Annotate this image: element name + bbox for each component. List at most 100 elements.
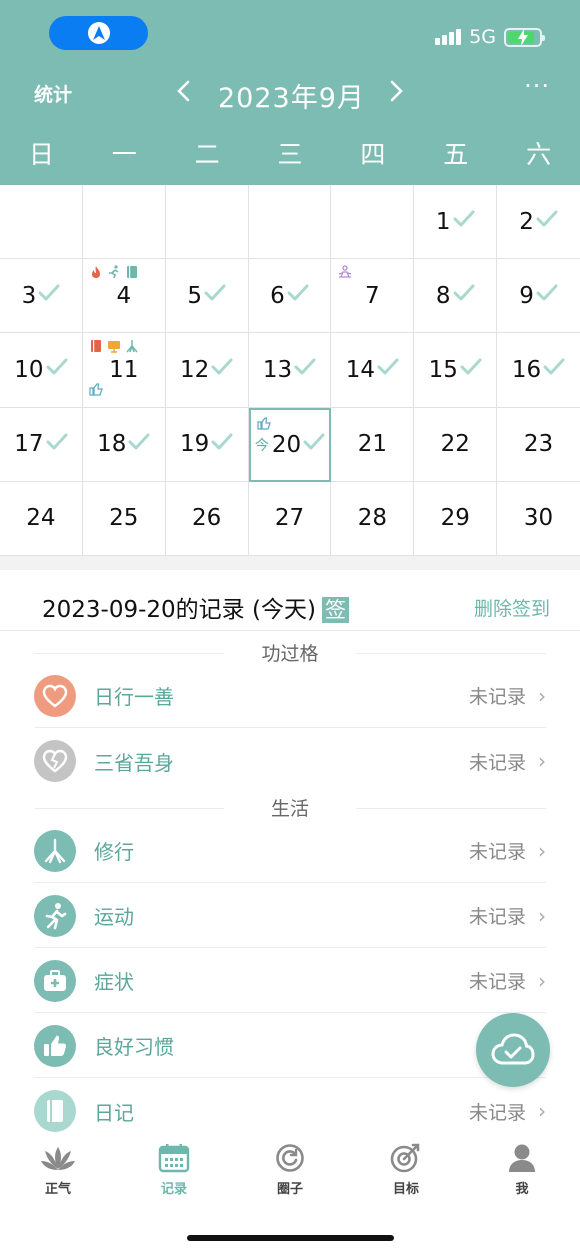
day-number: 20 [271, 431, 302, 458]
calendar-day-6[interactable]: 6 [248, 259, 332, 334]
calendar-day-1[interactable]: 1 [414, 185, 498, 260]
calendar-day-22[interactable]: 22 [414, 407, 498, 482]
check-icon [287, 283, 309, 308]
thumbs-up-icon [34, 1024, 76, 1067]
calendar-day-20[interactable]: 今 20 [248, 407, 332, 482]
tab-me[interactable]: 我 [464, 1135, 580, 1220]
cloud-check-icon [491, 1033, 535, 1065]
calendar-day-29[interactable]: 29 [414, 481, 498, 556]
day-record-icons [256, 416, 271, 430]
calendar-day-18[interactable]: 18 [82, 407, 166, 482]
check-icon [453, 283, 475, 308]
calendar-day-4[interactable]: 4 [82, 259, 166, 334]
fire-icon [89, 265, 103, 279]
weekday-label: 五 [443, 140, 469, 169]
calendar-day-26[interactable]: 26 [165, 481, 249, 556]
prev-month-button[interactable] [168, 76, 198, 109]
calendar-day-11[interactable]: 11 [82, 333, 166, 408]
calendar-day-15[interactable]: 15 [414, 333, 498, 408]
day-number: 1 [435, 208, 451, 235]
calendar-day-13[interactable]: 13 [248, 333, 332, 408]
day-record-icons [337, 265, 352, 279]
navigation-arrow-icon [87, 22, 110, 44]
calendar-day-9[interactable]: 9 [497, 259, 580, 334]
chevron-left-icon [177, 80, 190, 102]
check-icon [204, 283, 226, 308]
check-icon [460, 357, 482, 382]
navigation-pill[interactable] [49, 16, 148, 50]
row-status: 未记录 [468, 906, 526, 928]
calendar-day-19[interactable]: 19 [165, 407, 249, 482]
row-reflection[interactable]: 三省吾身 未记录 › [34, 729, 546, 793]
calendar-day-17[interactable]: 17 [0, 407, 83, 482]
calendar-day-5[interactable]: 5 [165, 259, 249, 334]
calendar-day-24[interactable]: 24 [0, 481, 83, 556]
day-number: 26 [191, 505, 222, 532]
thumb-icon [89, 382, 103, 399]
row-habit[interactable]: 良好习惯 学 [34, 1014, 546, 1078]
row-good-deed[interactable]: 日行一善 未记录 › [34, 664, 546, 728]
check-icon [453, 209, 475, 234]
day-number: 5 [187, 282, 202, 309]
day-number: 6 [270, 282, 285, 309]
tab-record[interactable]: 记录 [116, 1135, 232, 1220]
calendar-day-3[interactable]: 3 [0, 259, 83, 334]
month-title: 2023年9月 [218, 83, 365, 114]
thumb-icon [256, 416, 271, 430]
header: 5G 统计 2023年9月 ··· 日 一 二 三 四 五 六 [0, 0, 580, 185]
calendar-day-16[interactable]: 16 [497, 333, 580, 408]
medical-kit-icon [34, 959, 76, 1002]
record-title: 2023-09-20的记录 (今天) 签 [42, 590, 349, 624]
day-number: 17 [14, 431, 44, 458]
row-status: 未记录 [468, 686, 526, 708]
tab-goal[interactable]: 目标 [348, 1135, 464, 1220]
calendar-day-21[interactable]: 21 [331, 407, 415, 482]
calendar-day-2[interactable]: 2 [497, 185, 580, 260]
calendar-day-14[interactable]: 14 [331, 333, 415, 408]
broken-heart-icon [34, 740, 76, 782]
row-exercise[interactable]: 运动 未记录 › [34, 884, 546, 948]
next-month-button[interactable] [382, 76, 412, 109]
calendar-day-12[interactable]: 12 [165, 333, 249, 408]
row-symptom[interactable]: 症状 未记录 › [34, 949, 546, 1013]
calendar-empty-cell [331, 185, 415, 260]
day-number: 18 [97, 431, 127, 458]
screen-icon [107, 339, 121, 354]
chevron-right-icon: › [538, 968, 546, 993]
diary-book-icon [34, 1090, 76, 1132]
cloud-sync-button[interactable] [476, 1013, 550, 1087]
calendar-day-10[interactable]: 10 [0, 333, 83, 408]
delete-sign-in-button[interactable]: 删除签到 [474, 594, 550, 621]
day-number: 19 [179, 431, 210, 458]
section-label-life: 生活 [0, 794, 580, 821]
home-indicator [187, 1235, 394, 1241]
lotus-icon [41, 1147, 75, 1170]
diary-icon [89, 339, 103, 353]
calendar-day-28[interactable]: 28 [331, 481, 415, 556]
practice-hands-icon [34, 829, 76, 872]
tab-circle[interactable]: 圈子 [232, 1135, 348, 1220]
tab-zhengqi[interactable]: 正气 [0, 1135, 116, 1220]
weekday-label: 一 [111, 140, 137, 169]
weekday-label: 三 [277, 140, 303, 169]
row-diary[interactable]: 日记 未记录 › [34, 1079, 546, 1143]
row-label: 运动 [94, 905, 134, 929]
row-practice[interactable]: 修行 未记录 › [34, 819, 546, 883]
row-status: 未记录 [468, 1101, 526, 1124]
calendar-day-23[interactable]: 23 [497, 408, 580, 482]
topbar: 统计 2023年9月 ··· [0, 70, 580, 116]
calendar-day-27[interactable]: 27 [248, 481, 332, 556]
stats-button[interactable]: 统计 [34, 80, 72, 107]
calendar-day-7[interactable]: 7 [331, 259, 415, 334]
row-label: 修行 [94, 840, 134, 864]
day-number: 3 [21, 282, 37, 309]
calendar-day-30[interactable]: 30 [497, 482, 580, 556]
calendar-day-8[interactable]: 8 [414, 259, 498, 334]
row-status: 未记录 [468, 751, 526, 774]
calendar-day-25[interactable]: 25 [82, 481, 166, 556]
row-label: 症状 [94, 970, 134, 994]
check-icon [38, 283, 60, 308]
check-icon [294, 357, 316, 382]
chevron-right-icon: › [538, 903, 546, 928]
more-button[interactable]: ··· [524, 72, 550, 100]
